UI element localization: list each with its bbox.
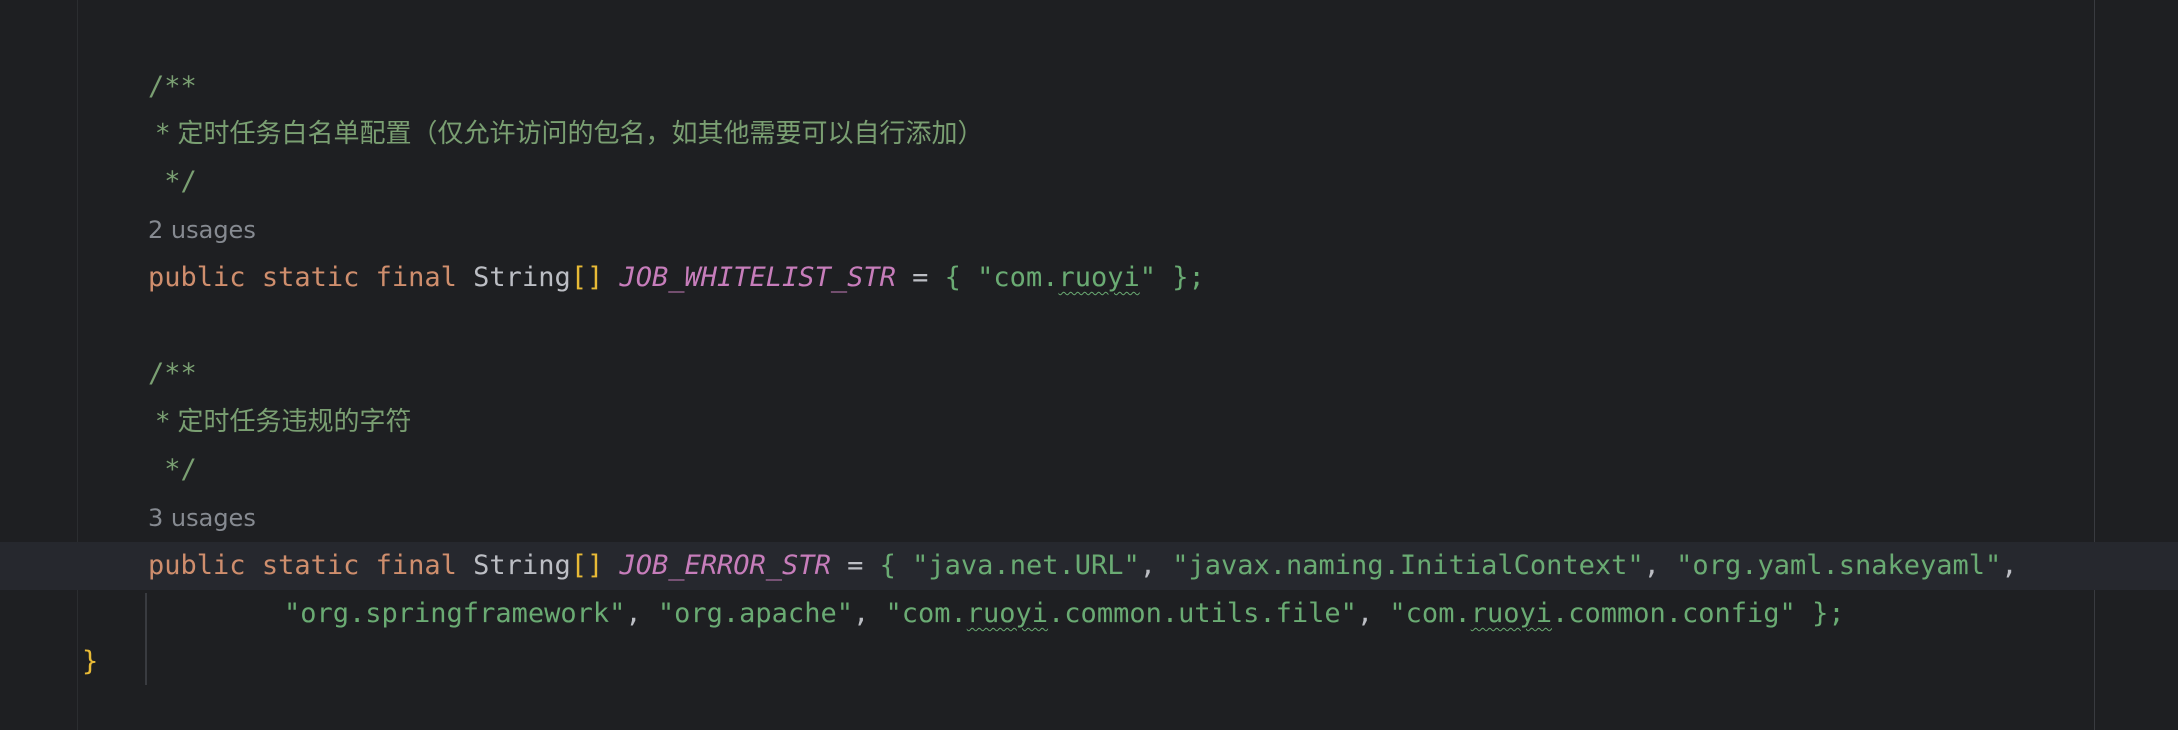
keyword-public: public	[148, 550, 246, 581]
string-part: "com.	[1389, 598, 1471, 629]
usages-count[interactable]: 3 usages	[148, 504, 256, 532]
string-part: "com.	[885, 598, 967, 629]
string-part: "	[1139, 262, 1156, 293]
string-literal: "java.net.URL"	[912, 550, 1140, 581]
string-literal: "com.ruoyi"	[977, 262, 1156, 293]
type-string: String	[473, 550, 571, 581]
keyword-public: public	[148, 262, 246, 293]
assign-operator: =	[912, 262, 929, 293]
comment-open: /**	[148, 350, 197, 398]
string-part: "com.	[977, 262, 1059, 293]
assign-operator: =	[847, 550, 864, 581]
code-line-whitelist[interactable]: public static final String[] JOB_WHITELI…	[148, 254, 1205, 302]
string-literal: "org.springframework"	[284, 598, 626, 629]
close-brace-semicolon: };	[1172, 262, 1205, 293]
string-literal: "org.apache"	[657, 598, 853, 629]
open-brace: {	[879, 550, 896, 581]
code-line-error-str-cont[interactable]: "org.springframework", "org.apache", "co…	[284, 590, 1845, 638]
code-editor[interactable]: /** * 定时任务白名单配置（仅允许访问的包名，如其他需要可以自行添加） */…	[0, 0, 2178, 730]
keyword-final: final	[375, 550, 457, 581]
class-closing-brace[interactable]: }	[82, 638, 98, 686]
comment-close: */	[148, 158, 197, 206]
keyword-static: static	[261, 550, 360, 581]
indent-guide	[145, 593, 147, 685]
typo-word[interactable]: ruoyi	[1471, 598, 1552, 629]
usages-count[interactable]: 2 usages	[148, 216, 256, 244]
closing-brace-text: }	[82, 646, 99, 677]
comment-open: /**	[148, 63, 197, 111]
type-string: String	[473, 262, 571, 293]
string-part: .common.config"	[1551, 598, 1796, 629]
array-brackets: []	[570, 262, 604, 293]
comment-open-text: /**	[148, 71, 197, 102]
comment-close-text: */	[148, 454, 197, 485]
typo-word[interactable]: ruoyi	[967, 598, 1048, 629]
comment-open-text: /**	[148, 358, 197, 389]
comment-close-text: */	[148, 166, 197, 197]
usages-inlay-hint[interactable]: 2 usages	[148, 206, 256, 254]
code-line-error-str[interactable]: public static final String[] JOB_ERROR_S…	[148, 542, 2018, 590]
comment-close: */	[148, 446, 197, 494]
typo-word[interactable]: ruoyi	[1058, 262, 1139, 293]
close-brace-semicolon: };	[1812, 598, 1845, 629]
field-name[interactable]: JOB_WHITELIST_STR	[620, 262, 896, 293]
string-part: .common.utils.file"	[1048, 598, 1357, 629]
gutter-divider	[77, 0, 78, 730]
right-margin-guide	[2094, 0, 2095, 730]
comment-body-text: * 定时任务违规的字符	[148, 407, 412, 437]
string-literal: "javax.naming.InitialContext"	[1172, 550, 1644, 581]
keyword-final: final	[375, 262, 457, 293]
comment-body: * 定时任务白名单配置（仅允许访问的包名，如其他需要可以自行添加）	[148, 110, 984, 158]
string-literal: "org.yaml.snakeyaml"	[1676, 550, 2002, 581]
usages-inlay-hint[interactable]: 3 usages	[148, 494, 256, 542]
comment-body-text: * 定时任务白名单配置（仅允许访问的包名，如其他需要可以自行添加）	[148, 119, 984, 149]
field-name[interactable]: JOB_ERROR_STR	[620, 550, 831, 581]
comment-body: * 定时任务违规的字符	[148, 398, 412, 446]
open-brace: {	[944, 262, 961, 293]
array-brackets: []	[570, 550, 604, 581]
string-literal: "com.ruoyi.common.config"	[1389, 598, 1795, 629]
keyword-static: static	[261, 262, 360, 293]
string-literal: "com.ruoyi.common.utils.file"	[885, 598, 1356, 629]
